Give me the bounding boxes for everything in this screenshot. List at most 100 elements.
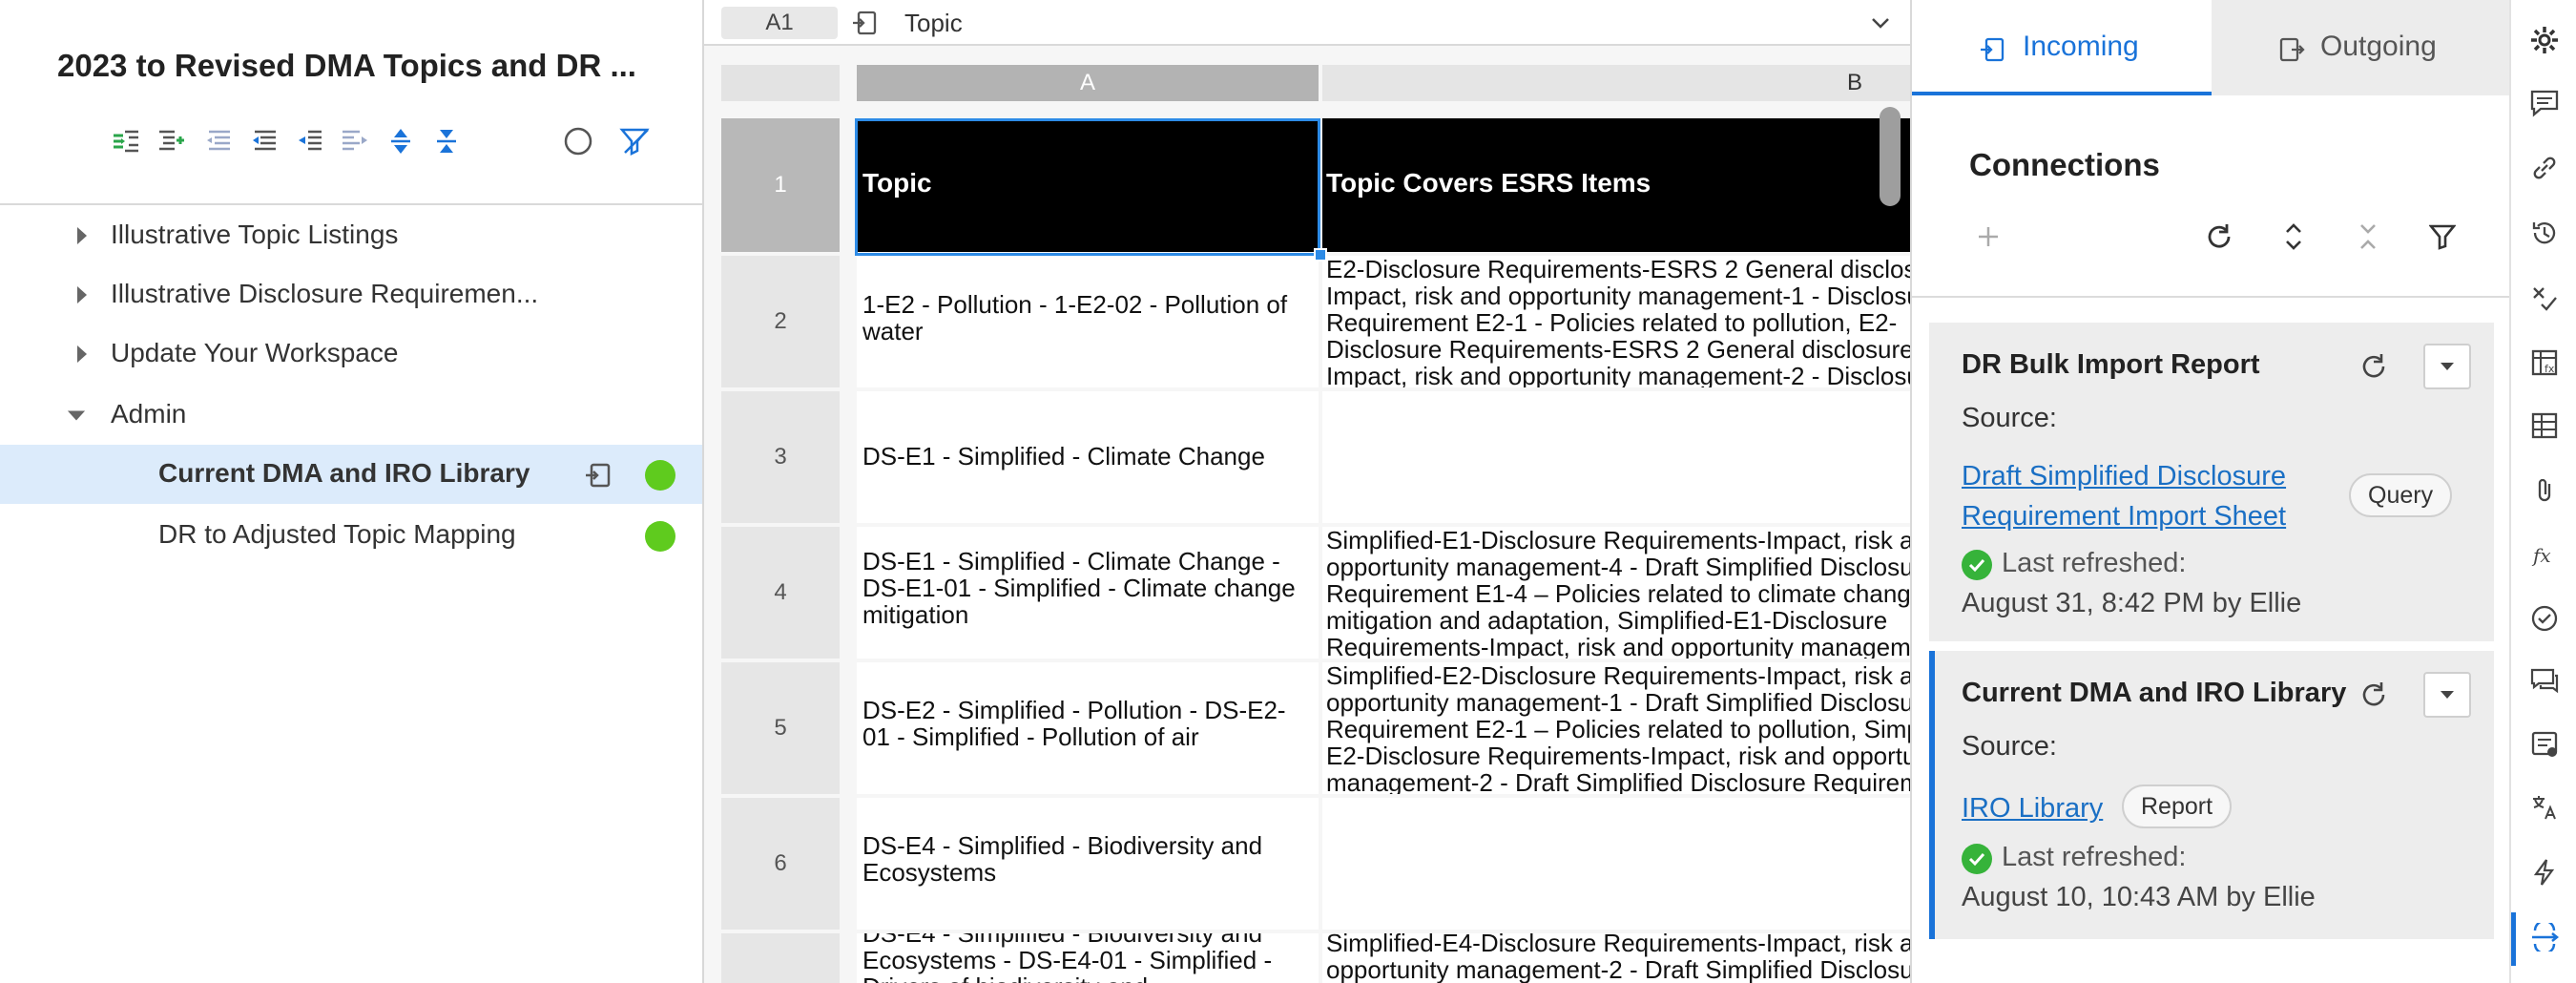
tree-item-illustrative-topic-listings[interactable]: Illustrative Topic Listings xyxy=(0,206,702,265)
last-refreshed-date: August 10, 10:43 AM by Ellie xyxy=(1962,882,2316,912)
source-label: Source: xyxy=(1962,731,2057,762)
grid-cell[interactable]: Simplified-E4-Disclosure Requirements-Im… xyxy=(1322,933,1910,983)
fx-icon[interactable]: fx xyxy=(2525,536,2564,575)
cell-text: Topic Covers ESRS Items xyxy=(1326,168,1652,198)
caret-down-icon[interactable] xyxy=(67,405,86,426)
right-rail: fx fx xyxy=(2509,0,2576,983)
rail-active-indicator xyxy=(2511,912,2516,966)
expand-all-icon[interactable] xyxy=(382,120,420,162)
lightning-icon[interactable] xyxy=(2525,853,2564,891)
collapse-icon[interactable] xyxy=(2349,218,2387,256)
grid-corner[interactable] xyxy=(721,65,840,101)
tree-item-dr-adjusted-mapping[interactable]: DR to Adjusted Topic Mapping xyxy=(0,506,702,565)
vertical-scrollbar[interactable] xyxy=(1880,107,1901,206)
caret-right-icon[interactable] xyxy=(73,344,92,365)
indent-in-icon[interactable] xyxy=(107,120,145,162)
column-header-b[interactable]: B xyxy=(1322,65,1910,101)
source-link[interactable]: Draft Simplified Disclosure Requirement … xyxy=(1962,456,2334,536)
align-icon[interactable] xyxy=(336,120,374,162)
link-icon[interactable] xyxy=(2525,149,2564,187)
formula-value[interactable]: Topic xyxy=(904,9,963,38)
expand-icon[interactable] xyxy=(2275,218,2313,256)
chevron-down-icon[interactable] xyxy=(1870,13,1891,32)
row-header[interactable] xyxy=(721,933,840,983)
grid-cell[interactable]: Simplified-E2-Disclosure Requirements-Im… xyxy=(1322,662,1910,794)
cell-text: Simplified-E2-Disclosure Requirements-Im… xyxy=(1326,662,1910,794)
grid-cell[interactable]: E2-Disclosure Requirements-ESRS 2 Genera… xyxy=(1322,256,1910,387)
tree-item-update-workspace[interactable]: Update Your Workspace xyxy=(0,324,702,384)
row-header[interactable]: 1 xyxy=(721,118,840,252)
cell-selection xyxy=(855,118,1320,256)
comment-icon[interactable] xyxy=(2525,84,2564,122)
grid-cell[interactable]: 1-E2 - Pollution - 1-E2-02 - Pollution o… xyxy=(857,256,1319,387)
move-left-icon[interactable] xyxy=(290,120,328,162)
circle-icon[interactable] xyxy=(559,120,597,162)
grid-cell[interactable]: Simplified-E1-Disclosure Requirements-Im… xyxy=(1322,527,1910,659)
source-label: Source: xyxy=(1962,403,2057,433)
history-icon[interactable] xyxy=(2525,214,2564,252)
source-type-badge: Query xyxy=(2349,473,2453,517)
card-menu-button[interactable] xyxy=(2423,344,2471,389)
outdent-icon[interactable] xyxy=(198,120,237,162)
grid-cell[interactable]: DS-E1 - Simplified - Climate Change xyxy=(857,391,1319,523)
tree-item-illustrative-disclosure[interactable]: Illustrative Disclosure Requiremen... xyxy=(0,265,702,324)
row-header[interactable]: 5 xyxy=(721,662,840,794)
grid-cell[interactable]: DS-E1 - Simplified - Climate Change - DS… xyxy=(857,527,1319,659)
filter-icon[interactable] xyxy=(2423,218,2462,256)
cell-text: E2-Disclosure Requirements-ESRS 2 Genera… xyxy=(1326,256,1910,387)
tree-item-label: Illustrative Topic Listings xyxy=(111,220,399,249)
active-tab-indicator xyxy=(1912,92,2212,95)
clear-filter-icon[interactable] xyxy=(616,120,654,162)
grid-cell[interactable]: DS-E4 - Simplified - Biodiversity and Ec… xyxy=(857,933,1319,983)
spellcheck-icon[interactable] xyxy=(2525,279,2564,317)
table-icon[interactable] xyxy=(2525,407,2564,445)
refresh-icon[interactable] xyxy=(2200,218,2238,256)
formula-bar: A1 Topic xyxy=(704,0,1910,46)
cell-text: DS-E4 - Simplified - Biodiversity and Ec… xyxy=(862,831,1263,887)
tab-incoming[interactable]: Incoming xyxy=(1912,0,2212,95)
gear-icon[interactable] xyxy=(2525,21,2564,59)
caret-down-icon xyxy=(2441,363,2454,370)
row-header[interactable]: 6 xyxy=(721,798,840,930)
tree-item-admin[interactable]: Admin xyxy=(0,386,702,445)
grid-cell[interactable] xyxy=(1322,798,1910,930)
notes-icon[interactable] xyxy=(2525,725,2564,763)
refresh-icon[interactable] xyxy=(2358,351,2389,382)
tree-item-current-dma-library[interactable]: Current DMA and IRO Library xyxy=(0,445,702,504)
caret-right-icon[interactable] xyxy=(73,284,92,305)
outgoing-icon xyxy=(2279,37,2305,62)
messages-icon[interactable] xyxy=(2525,662,2564,701)
collapse-all-icon[interactable] xyxy=(427,120,466,162)
source-type-badge: Report xyxy=(2122,784,2233,828)
connections-icon[interactable] xyxy=(2525,918,2564,956)
connection-title: Current DMA and IRO Library xyxy=(1962,678,2347,708)
check-icon xyxy=(1962,550,1992,580)
fill-handle[interactable] xyxy=(1314,248,1327,261)
indent-left-icon[interactable] xyxy=(244,120,282,162)
plus-icon[interactable] xyxy=(1969,218,2007,256)
grid-cell[interactable]: DS-E4 - Simplified - Biodiversity and Ec… xyxy=(857,798,1319,930)
check-circle-icon[interactable] xyxy=(2525,599,2564,638)
grid-cell[interactable]: DS-E2 - Simplified - Pollution - DS-E2-0… xyxy=(857,662,1319,794)
tab-label: Outgoing xyxy=(2320,31,2437,62)
grid-cell[interactable]: Topic Covers ESRS Items xyxy=(1322,118,1910,252)
row-header[interactable]: 3 xyxy=(721,391,840,523)
function-table-icon[interactable]: fx xyxy=(2525,344,2564,382)
row-header[interactable]: 4 xyxy=(721,527,840,659)
attachment-icon[interactable] xyxy=(2525,471,2564,510)
source-link[interactable]: IRO Library xyxy=(1962,788,2103,828)
refresh-icon[interactable] xyxy=(2358,680,2389,710)
svg-text:fx: fx xyxy=(2545,363,2555,375)
card-menu-button[interactable] xyxy=(2423,672,2471,718)
grid-cell[interactable] xyxy=(1322,391,1910,523)
column-header-a[interactable]: A xyxy=(857,65,1319,101)
caret-right-icon[interactable] xyxy=(73,225,92,246)
cell-reference-box[interactable]: A1 xyxy=(721,7,838,39)
connection-card[interactable]: DR Bulk Import Report Source: Draft Simp… xyxy=(1929,323,2494,641)
translate-icon[interactable] xyxy=(2525,788,2564,826)
row-header[interactable]: 2 xyxy=(721,256,840,387)
indent-add-icon[interactable] xyxy=(153,120,191,162)
incoming-connection-icon[interactable] xyxy=(584,461,613,490)
connection-card-active[interactable]: Current DMA and IRO Library Source: IRO … xyxy=(1929,651,2494,939)
tab-outgoing[interactable]: Outgoing xyxy=(2212,0,2511,95)
